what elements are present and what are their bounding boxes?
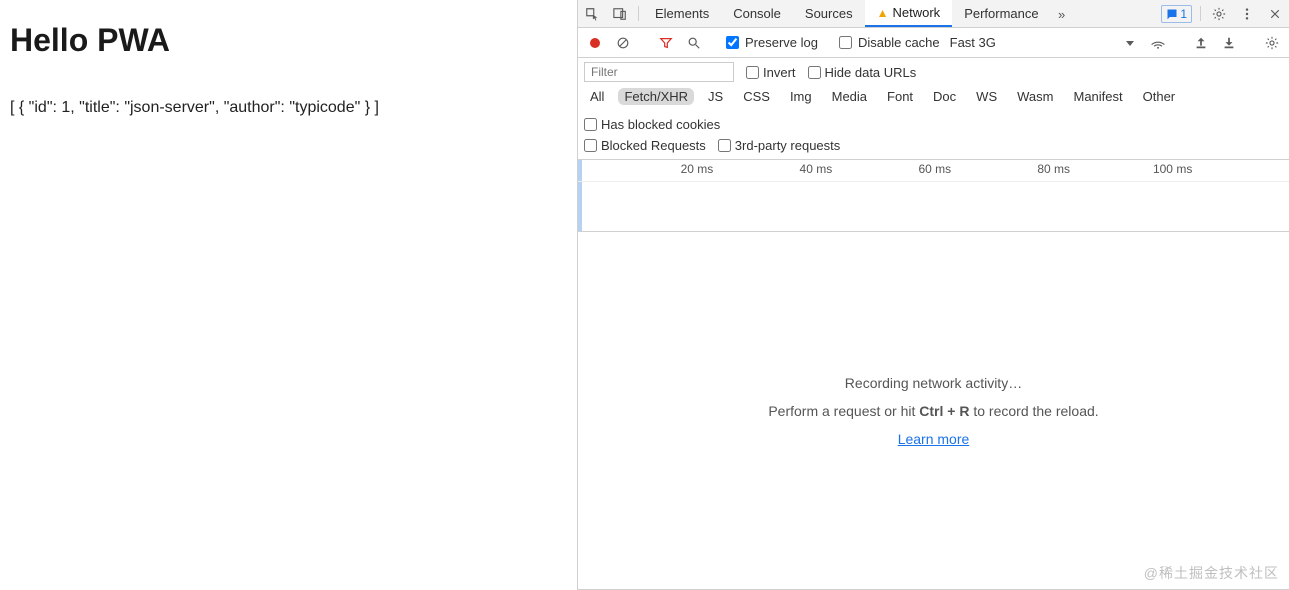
hint-prefix: Perform a request or hit [768,403,919,419]
issues-badge[interactable]: 1 [1161,5,1192,23]
divider [638,6,639,21]
page-title: Hello PWA [10,22,567,59]
tab-label: Performance [964,6,1038,21]
type-filter-media[interactable]: Media [826,88,873,105]
type-filter-other[interactable]: Other [1137,88,1182,105]
upload-har-icon[interactable] [1190,32,1212,54]
tab-network[interactable]: ▲ Network [865,0,953,27]
preserve-log-checkbox[interactable]: Preserve log [726,35,818,50]
tab-elements[interactable]: Elements [643,0,721,27]
network-settings-gear-icon[interactable] [1261,32,1283,54]
tab-label: Sources [805,6,853,21]
kebab-menu-icon[interactable] [1233,0,1261,28]
type-filter-doc[interactable]: Doc [927,88,962,105]
learn-more-link[interactable]: Learn more [898,431,970,447]
tab-performance[interactable]: Performance [952,0,1050,27]
tab-sources[interactable]: Sources [793,0,865,27]
blocked-requests-checkbox[interactable]: Blocked Requests [584,138,706,153]
type-filter-wasm[interactable]: Wasm [1011,88,1059,105]
invert-label: Invert [763,65,796,80]
third-party-checkbox[interactable]: 3rd-party requests [718,138,841,153]
hint-key: Ctrl + R [919,403,969,419]
filter-input[interactable] [584,62,734,82]
hide-data-urls-checkbox[interactable]: Hide data URLs [808,65,917,80]
warning-icon: ▲ [877,6,889,20]
network-empty-state: Recording network activity… Perform a re… [578,232,1289,590]
close-icon[interactable] [1261,0,1289,28]
empty-headline: Recording network activity… [845,375,1022,391]
type-filter-manifest[interactable]: Manifest [1067,88,1128,105]
devtools-panel: Elements Console Sources ▲ Network Performanc… [577,0,1289,590]
invert-checkbox[interactable]: Invert [746,65,796,80]
ruler-tick: 20 ms [681,162,714,176]
filter-funnel-icon[interactable] [655,32,677,54]
hide-data-urls-label: Hide data URLs [825,65,917,80]
watermark: @稀土掘金技术社区 [1144,563,1279,583]
device-toolbar-icon[interactable] [606,0,634,28]
disable-cache-checkbox[interactable]: Disable cache [839,35,940,50]
devtools-tab-bar: Elements Console Sources ▲ Network Performanc… [578,0,1289,28]
page-json-output: [ { "id": 1, "title": "json-server", "au… [10,99,567,117]
type-filter-js[interactable]: JS [702,88,729,105]
network-conditions-icon[interactable] [1147,32,1169,54]
throttling-value: Fast 3G [950,35,996,50]
type-filter-font[interactable]: Font [881,88,919,105]
network-filter-bar: Invert Hide data URLs All Fetch/XHR JS CSS I… [578,58,1289,160]
throttle-dropdown-icon[interactable] [1119,32,1141,54]
blocked-requests-label: Blocked Requests [601,138,706,153]
search-icon[interactable] [683,32,705,54]
ruler-tick: 60 ms [918,162,951,176]
settings-gear-icon[interactable] [1205,0,1233,28]
tab-label: Elements [655,6,709,21]
page-content: Hello PWA [ { "id": 1, "title": "json-se… [0,0,577,590]
inspect-icon[interactable] [578,0,606,28]
type-filter-css[interactable]: CSS [737,88,776,105]
type-filter-all[interactable]: All [584,88,610,105]
tab-label: Network [893,5,941,20]
ruler-tick: 40 ms [800,162,833,176]
more-tabs-chevron-icon[interactable]: » [1051,0,1073,28]
timeline-ruler[interactable]: 20 ms 40 ms 60 ms 80 ms 100 ms [578,160,1289,232]
throttling-select[interactable]: Fast 3G [946,34,1000,51]
download-har-icon[interactable] [1218,32,1240,54]
empty-hint: Perform a request or hit Ctrl + R to rec… [768,403,1098,419]
ruler-tick: 80 ms [1037,162,1070,176]
has-blocked-cookies-checkbox[interactable]: Has blocked cookies [584,117,720,132]
tab-label: Console [733,6,781,21]
network-toolbar: Preserve log Disable cache Fast 3G [578,28,1289,58]
tab-console[interactable]: Console [721,0,793,27]
has-blocked-cookies-label: Has blocked cookies [601,117,720,132]
record-icon[interactable] [584,32,606,54]
preserve-log-label: Preserve log [745,35,818,50]
ruler-tick: 100 ms [1153,162,1192,176]
hint-suffix: to record the reload. [969,403,1098,419]
third-party-label: 3rd-party requests [735,138,841,153]
type-filter-fetch-xhr[interactable]: Fetch/XHR [618,88,694,105]
type-filter-ws[interactable]: WS [970,88,1003,105]
resource-type-filters: All Fetch/XHR JS CSS Img Media Font Doc WS Wasm Ma… [584,88,1181,105]
clear-icon[interactable] [612,32,634,54]
issues-count: 1 [1180,7,1187,21]
disable-cache-label: Disable cache [858,35,940,50]
divider [1200,6,1201,21]
type-filter-img[interactable]: Img [784,88,818,105]
